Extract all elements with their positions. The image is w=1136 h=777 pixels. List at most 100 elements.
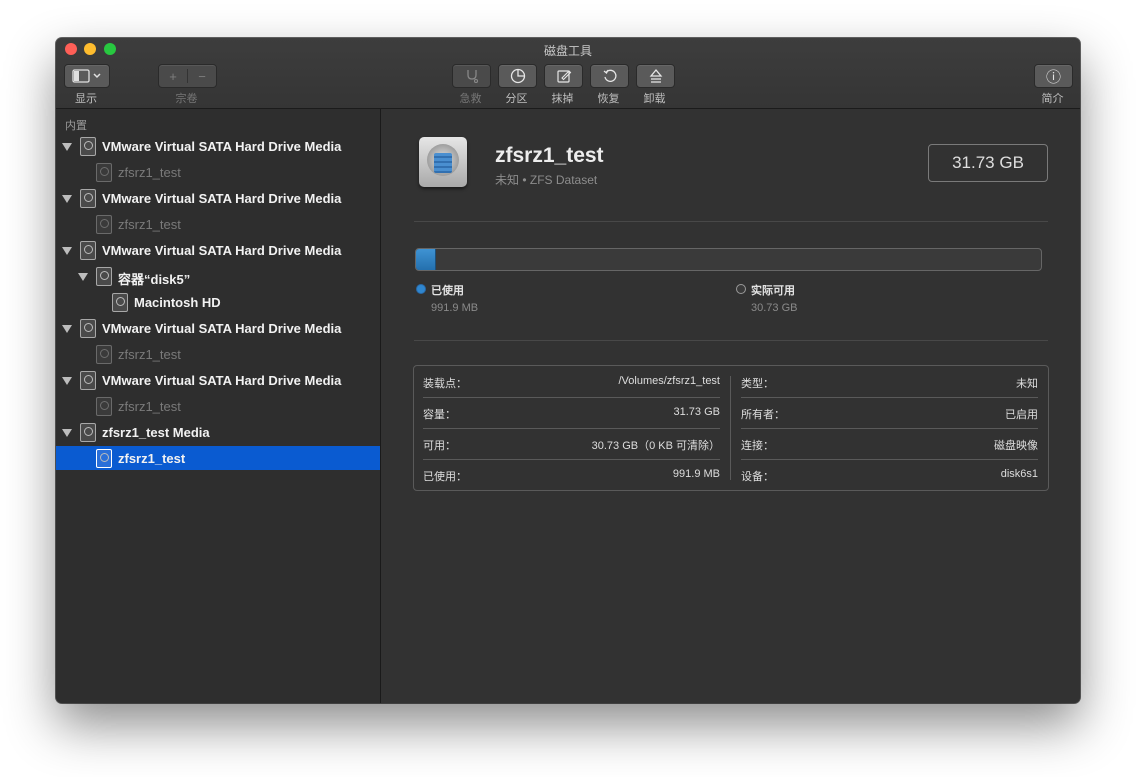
partition-button[interactable] (498, 64, 537, 88)
drive-icon (112, 293, 128, 312)
info-key: 可用： (423, 440, 456, 452)
sidebar: 内置 VMware Virtual SATA Hard Drive Media z… (56, 109, 381, 703)
sidebar-item-label: VMware Virtual SATA Hard Drive Media (102, 139, 342, 154)
info-key: 装载点： (423, 378, 467, 390)
free-legend-value: 30.73 GB (751, 302, 798, 314)
sidebar-item-label: Macintosh HD (134, 295, 221, 310)
add-volume-icon[interactable]: + (159, 69, 187, 84)
sidebar-item-label: zfsrz1_test (118, 347, 181, 362)
free-legend-dot (736, 284, 746, 294)
info-table: 装载点： /Volumes/zfsrz1_test 容量： 31.73 GB 可用： 30… (413, 365, 1049, 491)
sidebar-item-label: zfsrz1_test (118, 165, 181, 180)
drive-icon (96, 215, 112, 234)
used-legend-label: 已使用 (431, 285, 464, 297)
disk-utility-window: 磁盘工具 显示 + − 宗卷 急救 分区 抹掉 恢复 卸载 ⓘ 简介 内置 VM… (56, 38, 1080, 703)
sidebar-item-label: zfsrz1_test (118, 217, 181, 232)
remove-volume-icon[interactable]: − (188, 69, 216, 84)
volume-name: zfsrz1_test (495, 144, 604, 167)
drive-icon (96, 397, 112, 416)
drive-icon (96, 267, 112, 286)
sidebar-item[interactable]: zfsrz1_test (56, 342, 380, 366)
info-value: /Volumes/zfsrz1_test (618, 375, 721, 387)
drive-icon (80, 241, 96, 260)
unmount-button[interactable] (636, 64, 675, 88)
disclosure-triangle-icon[interactable] (62, 247, 72, 255)
info-icon: ⓘ (1045, 68, 1061, 86)
stethoscope-icon (466, 70, 478, 83)
view-label: 显示 (75, 93, 97, 105)
erase-pencil-icon (556, 70, 571, 83)
usage-bar (415, 248, 1042, 271)
disclosure-triangle-icon[interactable] (62, 195, 72, 203)
sidebar-item-label: VMware Virtual SATA Hard Drive Media (102, 373, 342, 388)
sidebar-item[interactable]: zfsrz1_test (56, 212, 380, 236)
info-key: 所有者： (741, 409, 785, 421)
sidebar-item[interactable]: VMware Virtual SATA Hard Drive Media (56, 186, 380, 210)
info-label: 简介 (1041, 93, 1064, 105)
divider (414, 340, 1048, 341)
volume-subtitle: 未知 • ZFS Dataset (495, 173, 598, 187)
drive-icon (96, 163, 112, 182)
info-row: 可用： 30.73 GB（0 KB 可清除） (423, 428, 720, 458)
toolbar: 磁盘工具 显示 + − 宗卷 急救 分区 抹掉 恢复 卸载 ⓘ 简介 (56, 38, 1080, 109)
volume-size: 31.73 GB (928, 144, 1048, 182)
info-row: 设备： disk6s1 (741, 459, 1038, 489)
view-button[interactable] (64, 64, 110, 88)
sidebar-item-label: zfsrz1_test Media (102, 425, 210, 440)
info-value: 磁盘映像 (994, 440, 1038, 452)
info-row: 所有者： 已启用 (741, 397, 1038, 427)
sidebar-section-internal: 内置 (65, 120, 87, 132)
sidebar-item[interactable]: VMware Virtual SATA Hard Drive Media (56, 238, 380, 262)
used-legend-value: 991.9 MB (431, 302, 479, 314)
sidebar-item-label: zfsrz1_test (118, 399, 181, 414)
info-value: 未知 (1016, 378, 1038, 390)
first-aid-button[interactable] (452, 64, 491, 88)
divider (414, 221, 1048, 222)
sidebar-item[interactable]: VMware Virtual SATA Hard Drive Media (56, 316, 380, 340)
disclosure-triangle-icon[interactable] (78, 273, 88, 281)
sidebar-item[interactable]: VMware Virtual SATA Hard Drive Media (56, 368, 380, 392)
drive-icon (80, 371, 96, 390)
info-value: disk6s1 (1000, 468, 1038, 480)
sidebar-item-label: VMware Virtual SATA Hard Drive Media (102, 243, 342, 258)
volume-drive-icon (419, 137, 467, 187)
pie-partition-icon (510, 68, 525, 84)
drive-icon (96, 449, 112, 468)
window-title: 磁盘工具 (543, 44, 592, 58)
sidebar-item[interactable]: zfsrz1_test Media (56, 420, 380, 444)
info-value: 31.73 GB (673, 406, 720, 418)
sidebar-item-label: 容器“disk5” (118, 272, 191, 287)
info-row: 连接： 磁盘映像 (741, 428, 1038, 458)
sidebar-item[interactable]: 容器“disk5” (56, 264, 380, 288)
sidebar-item-label: zfsrz1_test (118, 451, 186, 466)
sidebar-item-label: VMware Virtual SATA Hard Drive Media (102, 191, 342, 206)
info-key: 容量： (423, 409, 456, 421)
erase-label: 抹掉 (551, 93, 574, 105)
sidebar-icon (72, 69, 101, 83)
sidebar-item[interactable]: VMware Virtual SATA Hard Drive Media (56, 134, 380, 158)
eject-icon (649, 68, 662, 83)
volume-label: 宗卷 (175, 93, 198, 105)
volume-buttons[interactable]: + − (158, 64, 217, 88)
disclosure-triangle-icon[interactable] (62, 429, 72, 437)
erase-button[interactable] (544, 64, 583, 88)
drive-icon (80, 423, 96, 442)
first-aid-label: 急救 (459, 93, 482, 105)
sidebar-item[interactable]: zfsrz1_test (56, 394, 380, 418)
info-key: 类型： (741, 378, 774, 390)
sidebar-item[interactable]: zfsrz1_test (56, 160, 380, 184)
info-row: 已使用： 991.9 MB (423, 459, 720, 489)
info-row: 容量： 31.73 GB (423, 397, 720, 427)
sidebar-item[interactable]: Macintosh HD (56, 290, 380, 314)
disclosure-triangle-icon[interactable] (62, 325, 72, 333)
info-value: 991.9 MB (672, 468, 720, 480)
disclosure-triangle-icon[interactable] (62, 143, 72, 151)
info-button[interactable]: ⓘ (1034, 64, 1073, 88)
info-row: 类型： 未知 (741, 366, 1038, 396)
drive-icon (96, 345, 112, 364)
drive-icon (80, 319, 96, 338)
disclosure-triangle-icon[interactable] (62, 377, 72, 385)
restore-label: 恢复 (597, 93, 620, 105)
restore-button[interactable] (590, 64, 629, 88)
sidebar-item[interactable]: zfsrz1_test (56, 446, 380, 470)
